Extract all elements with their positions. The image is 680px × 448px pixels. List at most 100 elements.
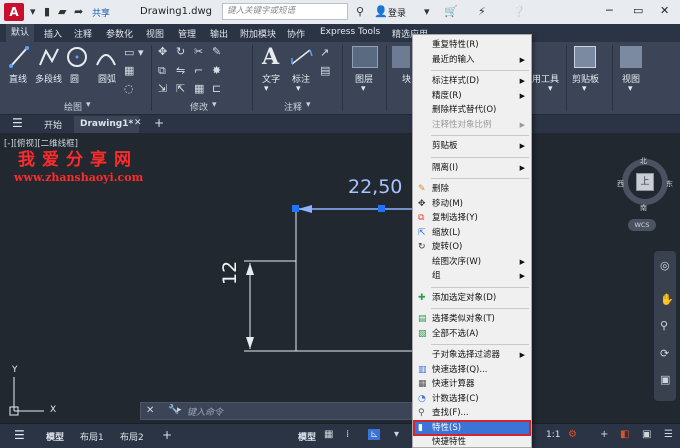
circle-tool-icon[interactable]	[66, 45, 88, 69]
annotation-group-expand-icon[interactable]: ▾	[306, 100, 311, 110]
close-button[interactable]: ✕	[660, 4, 669, 17]
hatch-icon[interactable]: ▦	[124, 64, 134, 77]
annotation-group-label[interactable]: 注释	[284, 100, 302, 113]
pan-hand-icon[interactable]: ✋	[660, 293, 674, 306]
arc-tool-label[interactable]: 圆弧	[98, 72, 116, 85]
text-tool-icon[interactable]: A	[262, 44, 279, 70]
context-menu-item[interactable]: ▦ 快速计算器	[414, 377, 530, 391]
context-menu-item[interactable]: 子对象选择过滤器 ▶	[414, 348, 530, 362]
tab-parametric[interactable]: 参数化	[106, 27, 133, 40]
context-menu-item[interactable]: ◔ 计数选择(C)	[414, 392, 530, 406]
tab-insert[interactable]: 插入	[44, 27, 62, 40]
context-menu-item[interactable]: 剪贴板 ▶	[414, 139, 530, 153]
context-menu-item[interactable]: 组 ▶	[414, 269, 530, 283]
polyline-tool-label[interactable]: 多段线	[35, 72, 62, 85]
ellipse-icon[interactable]: ◌	[124, 82, 134, 95]
context-menu-item[interactable]: ▮ 特性(S)	[413, 419, 531, 436]
orbit-icon[interactable]: ⟳	[660, 347, 669, 360]
app-menu-chevron-icon[interactable]: ▾	[30, 5, 36, 18]
close-tab-icon[interactable]: ✕	[134, 118, 142, 128]
login-button[interactable]: 登录	[388, 6, 406, 19]
context-menu-item[interactable]: ▧ 全部不选(A)	[414, 327, 530, 341]
context-menu-item[interactable]: ▥ 快速选择(Q)...	[414, 363, 530, 377]
compass-south[interactable]: 南	[640, 203, 647, 213]
compass-west[interactable]: 西	[617, 179, 624, 189]
tab-model[interactable]: 模型	[46, 430, 64, 443]
context-menu-item[interactable]: ⧉ 复制选择(Y)	[414, 211, 530, 225]
hamburger-menu-icon[interactable]: ☰	[12, 116, 23, 130]
erase-tool-icon[interactable]: ✎	[212, 45, 221, 58]
share-arrow-icon[interactable]: ➦	[74, 5, 83, 18]
tab-start[interactable]: 开始	[44, 118, 62, 131]
compass-north[interactable]: 北	[640, 156, 647, 166]
customize-status-icon[interactable]: ☰	[664, 429, 673, 440]
isolate-objects-icon[interactable]: ◧	[620, 429, 629, 440]
leader-icon[interactable]: ↗	[320, 46, 329, 59]
offset-tool-icon[interactable]: ⊏	[212, 82, 221, 95]
arc-tool-icon[interactable]	[95, 45, 117, 69]
circle-tool-label[interactable]: 圆	[70, 72, 79, 85]
user-icon[interactable]: 👤	[374, 5, 388, 18]
dimension-dropdown-icon[interactable]: ▾	[296, 84, 301, 94]
layers-dropdown-icon[interactable]: ▾	[361, 84, 366, 94]
cart-icon[interactable]: 🛒	[444, 5, 458, 18]
move-tool-icon[interactable]: ✥	[158, 45, 167, 58]
context-menu-item[interactable]: ✎ 删除	[414, 182, 530, 196]
clipboard-icon[interactable]	[574, 46, 596, 68]
utilities-label[interactable]: 用工具	[532, 72, 559, 85]
tab-express-tools[interactable]: Express Tools	[320, 27, 380, 37]
context-menu-item[interactable]: ⚲ 查找(F)...	[414, 406, 530, 420]
rectangle-icon[interactable]: ▭	[124, 46, 134, 59]
draw-more-icon[interactable]: ▾	[138, 46, 144, 59]
ortho-icon[interactable]: ▾	[394, 429, 399, 440]
tab-drawing1[interactable]: Drawing1*	[74, 116, 140, 133]
context-menu-item[interactable]: 绘图次序(W) ▶	[414, 255, 530, 269]
line-tool-label[interactable]: 直线	[9, 72, 27, 85]
command-close-icon[interactable]: ✕	[146, 405, 154, 416]
copy-tool-icon[interactable]: ⧉	[158, 64, 166, 78]
tab-addins[interactable]: 附加模块	[240, 27, 276, 40]
context-menu-item[interactable]: ✥ 移动(M)	[414, 197, 530, 211]
rotate-tool-icon[interactable]: ↻	[176, 45, 185, 58]
command-recent-icon[interactable]: ▸	[177, 405, 182, 415]
tab-layout1[interactable]: 布局1	[80, 430, 104, 443]
clean-screen-icon[interactable]: ▣	[642, 429, 651, 440]
context-menu-item[interactable]: 重复特性(R)	[414, 38, 530, 52]
tab-default[interactable]: 默认	[6, 24, 35, 42]
tab-collaborate[interactable]: 协作	[287, 27, 305, 40]
tab-manage[interactable]: 管理	[178, 27, 196, 40]
command-input[interactable]: 键入命令	[187, 405, 223, 418]
context-menu-item[interactable]: 快捷特性	[414, 435, 530, 448]
fillet-tool-icon[interactable]: ⌐	[194, 64, 203, 77]
view-icon[interactable]	[620, 46, 642, 68]
grid-icon[interactable]: ▦	[324, 429, 333, 440]
context-menu-item[interactable]: 删除样式替代(O)	[414, 103, 530, 117]
autocad-logo[interactable]: A	[4, 3, 24, 21]
infer-constraints-icon[interactable]: ⊾	[368, 429, 381, 440]
context-menu-item[interactable]: 标注样式(D) ▶	[414, 74, 530, 88]
zoom-extents-icon[interactable]: ⚲	[660, 319, 668, 332]
context-menu-item[interactable]: ▤ 选择类似对象(T)	[414, 312, 530, 326]
drawing-canvas[interactable]: [-][俯视][二维线框] 我爱分享网 www.zhanshaoyi.com 2…	[0, 133, 680, 423]
context-menu-item[interactable]: ↻ 旋转(O)	[414, 240, 530, 254]
block-label[interactable]: 块	[402, 72, 411, 85]
tab-annotate[interactable]: 注释	[74, 27, 92, 40]
workspace-gear-icon[interactable]: ⚙	[568, 429, 577, 440]
tab-view[interactable]: 视图	[146, 27, 164, 40]
viewcube-top-face[interactable]: 上	[636, 173, 654, 191]
draw-group-label[interactable]: 绘图	[64, 100, 82, 113]
explode-tool-icon[interactable]: ✸	[212, 64, 221, 77]
context-menu-item[interactable]: 隔离(I) ▶	[414, 161, 530, 175]
trim-tool-icon[interactable]: ✂	[194, 45, 203, 58]
context-menu-item[interactable]: 精度(R) ▶	[414, 89, 530, 103]
tab-output[interactable]: 输出	[210, 27, 228, 40]
array-tool-icon[interactable]: ▦	[194, 82, 204, 95]
compass-east[interactable]: 东	[666, 179, 673, 189]
share-button[interactable]: 共享	[92, 6, 110, 19]
layers-icon[interactable]	[352, 46, 378, 68]
open-folder-icon[interactable]: ▰	[58, 5, 66, 18]
layout-menu-icon[interactable]: ☰	[14, 428, 25, 442]
context-menu-item[interactable]: 最近的输入 ▶	[414, 53, 530, 67]
search-icon[interactable]: ⚲	[356, 5, 364, 18]
dimension-tool-label[interactable]: 标注	[292, 72, 310, 85]
